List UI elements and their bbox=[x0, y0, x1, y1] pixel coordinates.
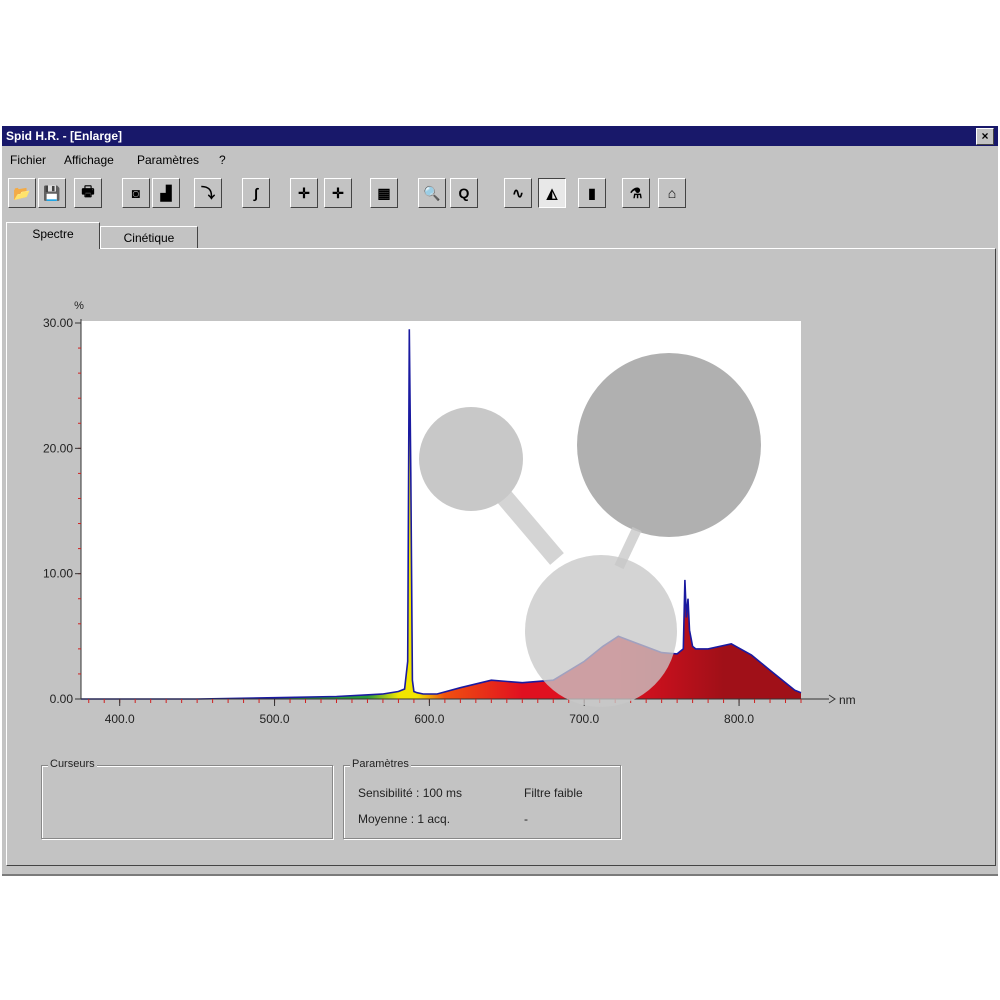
save-icon: 💾 bbox=[43, 184, 61, 201]
watermark-circle-large bbox=[577, 353, 761, 537]
window-title: Spid H.R. - [Enlarge] bbox=[6, 129, 123, 143]
home-icon: ⌂ bbox=[667, 185, 677, 201]
parametres-title: Paramètres bbox=[350, 758, 411, 770]
close-button[interactable]: × bbox=[976, 128, 994, 145]
grid-button[interactable]: ▦ bbox=[370, 178, 398, 208]
title-bar: Spid H.R. - [Enlarge] × bbox=[2, 126, 998, 146]
tab-spectre[interactable]: Spectre bbox=[6, 222, 100, 249]
menu-help[interactable]: ? bbox=[219, 153, 226, 167]
x-tick-label: 400.0 bbox=[105, 712, 135, 726]
x-tick-label: 600.0 bbox=[414, 712, 444, 726]
step-icon: ⤵ bbox=[201, 185, 215, 201]
y-tick-label: 20.00 bbox=[43, 441, 73, 455]
color-bars-icon: ▮ bbox=[588, 184, 596, 201]
curve-fit-icon: ∫ bbox=[254, 185, 258, 201]
step-button[interactable]: ⤵ bbox=[194, 178, 222, 208]
watermark-circle-bottom bbox=[525, 555, 677, 707]
tab-cinetique[interactable]: Cinétique bbox=[100, 226, 198, 248]
color-fill-button[interactable]: ◭ bbox=[538, 178, 566, 208]
cursor-move-icon: ✛ bbox=[332, 184, 344, 201]
color-bars-button[interactable]: ▮ bbox=[578, 178, 606, 208]
cursor-move-button[interactable]: ✛ bbox=[324, 178, 352, 208]
app-window: Spid H.R. - [Enlarge] × Fichier Affichag… bbox=[2, 126, 998, 876]
curve-fit-button[interactable]: ∫ bbox=[242, 178, 270, 208]
x-tick-label: 500.0 bbox=[260, 712, 290, 726]
home-button[interactable]: ⌂ bbox=[658, 178, 686, 208]
spectrum-bars-icon: ▟ bbox=[160, 184, 172, 201]
cursor-cross-icon: ✛ bbox=[298, 184, 310, 201]
x-axis-arrow bbox=[828, 694, 836, 704]
calibration-button[interactable]: ⚗ bbox=[622, 178, 650, 208]
moyenne-value: Moyenne : 1 acq. bbox=[358, 812, 451, 826]
cursor-cross-button[interactable]: ✛ bbox=[290, 178, 318, 208]
line-mode-icon: ∿ bbox=[512, 184, 524, 201]
zoom-reset-button[interactable]: Q bbox=[450, 178, 478, 208]
y-tick-label: 0.00 bbox=[50, 692, 74, 706]
camera-icon: ◙ bbox=[131, 185, 141, 201]
spectrum-bars-button[interactable]: ▟ bbox=[152, 178, 180, 208]
y-tick-label: 30.00 bbox=[43, 316, 73, 330]
filtre-extra-value: - bbox=[524, 812, 528, 826]
y-tick-label: 10.00 bbox=[43, 567, 73, 581]
open-folder-icon: 📂 bbox=[13, 184, 31, 201]
x-axis-label: nm bbox=[839, 693, 856, 707]
x-tick-label: 700.0 bbox=[569, 712, 599, 726]
menu-fichier[interactable]: Fichier bbox=[10, 153, 46, 167]
zoom-reset-icon: Q bbox=[458, 185, 470, 201]
camera-button[interactable]: ◙ bbox=[122, 178, 150, 208]
print-button[interactable]: 🖶 bbox=[74, 178, 102, 208]
sensibilite-value: Sensibilité : 100 ms bbox=[358, 786, 463, 800]
print-icon: 🖶 bbox=[81, 183, 95, 199]
parametres-group: Paramètres Sensibilité : 100 ms Moyenne … bbox=[343, 758, 621, 839]
filtre-value: Filtre faible bbox=[524, 786, 583, 800]
save-button[interactable]: 💾 bbox=[38, 178, 66, 208]
curseurs-group: Curseurs bbox=[41, 758, 333, 839]
y-axis-label: % bbox=[74, 300, 84, 312]
line-mode-button[interactable]: ∿ bbox=[504, 178, 532, 208]
calibration-icon: ⚗ bbox=[629, 184, 643, 201]
menu-affichage[interactable]: Affichage bbox=[64, 153, 114, 167]
color-fill-icon: ◭ bbox=[546, 184, 558, 201]
zoom-in-button[interactable]: 🔍 bbox=[418, 178, 446, 208]
x-tick-label: 800.0 bbox=[724, 712, 754, 726]
zoom-in-icon: 🔍 bbox=[423, 184, 441, 201]
curseurs-title: Curseurs bbox=[48, 758, 97, 770]
tab-panel-spectre: 0.00 10.00 20.00 30.00 400.0 500.0 600.0 700.0 8… bbox=[6, 248, 996, 866]
open-folder-button[interactable]: 📂 bbox=[8, 178, 36, 208]
grid-icon: ▦ bbox=[377, 184, 391, 201]
menu-parametres[interactable]: Paramètres bbox=[137, 153, 199, 167]
toolbar: 📂 💾 🖶 ◙ ▟ ⤵ ∫ ✛ ✛ ▦ 🔍 Q ∿ ◭ ▮ ⚗ ⌂ bbox=[2, 174, 998, 214]
